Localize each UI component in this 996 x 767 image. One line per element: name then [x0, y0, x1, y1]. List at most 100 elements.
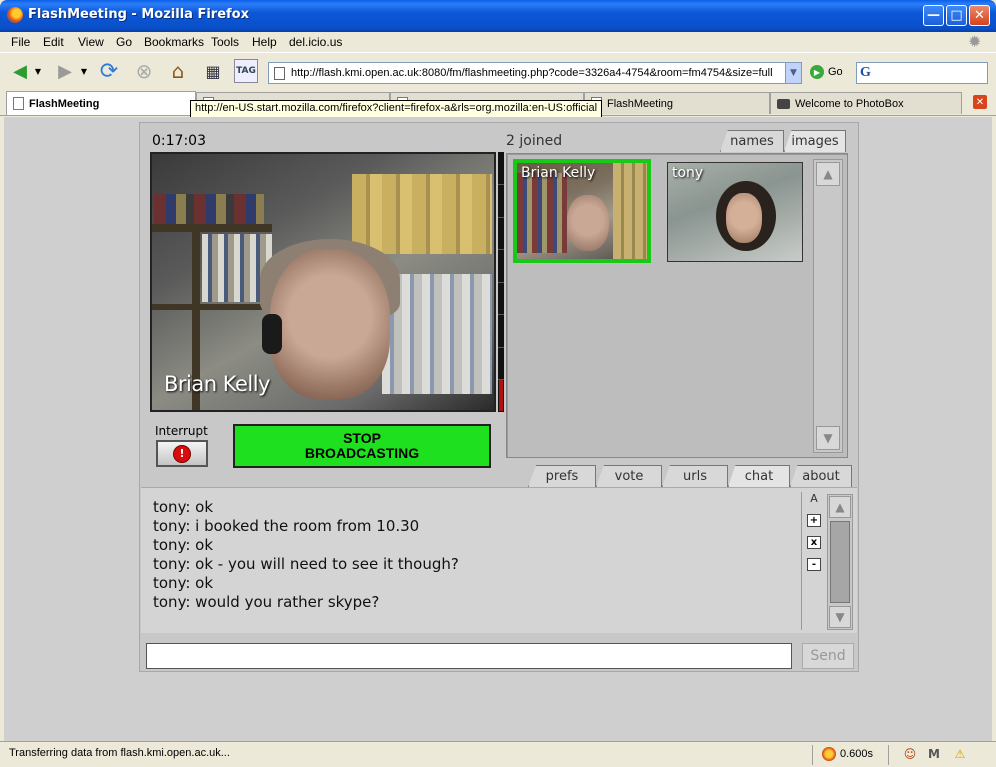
- go-button[interactable]: ▶ Go: [810, 65, 843, 79]
- mail-icon[interactable]: M: [926, 746, 942, 762]
- tab-prefs[interactable]: prefs: [528, 465, 596, 487]
- chat-scrollbar[interactable]: ▲ ▼: [827, 494, 853, 630]
- chat-message: tony: ok: [153, 574, 214, 592]
- warning-icon[interactable]: ⚠: [952, 746, 968, 762]
- load-timer: 0.600s: [822, 747, 873, 761]
- font-size-icon: A: [810, 492, 818, 505]
- back-dropdown-icon[interactable]: ▼: [32, 59, 44, 83]
- url-dropdown-icon[interactable]: ▼: [785, 63, 801, 83]
- headset-icon: [262, 314, 282, 354]
- menu-delicious[interactable]: del.icio.us: [289, 35, 342, 49]
- window-titlebar: FlashMeeting - Mozilla Firefox — □ ✕: [0, 0, 996, 32]
- main-video: Brian Kelly: [150, 152, 496, 412]
- back-icon[interactable]: ◀: [8, 59, 32, 83]
- tab-flashmeeting-2[interactable]: FlashMeeting: [584, 92, 770, 114]
- tab-urls[interactable]: urls: [662, 465, 728, 487]
- menu-go[interactable]: Go: [116, 35, 132, 49]
- firefox-icon: [7, 7, 23, 23]
- status-text: Transferring data from flash.kmi.open.ac…: [9, 747, 230, 759]
- chat-scroll-thumb[interactable]: [830, 521, 850, 603]
- page-icon: [13, 97, 24, 110]
- thumbnail-tony[interactable]: tony: [667, 162, 803, 262]
- monkey-icon[interactable]: ☺: [902, 746, 918, 762]
- chat-message: tony: ok: [153, 498, 214, 516]
- tag-icon[interactable]: TAG: [234, 59, 258, 83]
- tab-images[interactable]: images: [784, 130, 846, 152]
- maximize-button[interactable]: □: [946, 5, 967, 26]
- menu-file[interactable]: File: [11, 35, 30, 49]
- flashmeeting-app: 0:17:03 2 joined names images Brian Kell…: [139, 122, 859, 672]
- chat-scroll-down-icon[interactable]: ▼: [829, 606, 851, 628]
- tab-label: FlashMeeting: [29, 97, 100, 110]
- joined-count: 2 joined: [506, 133, 563, 149]
- close-tab-icon[interactable]: ✕: [973, 95, 987, 109]
- tab-chat[interactable]: chat: [728, 465, 790, 487]
- chat-input[interactable]: [146, 643, 792, 669]
- status-bar: Transferring data from flash.kmi.open.ac…: [0, 741, 996, 767]
- chat-message: tony: ok: [153, 536, 214, 554]
- interrupt-button[interactable]: !: [156, 440, 208, 467]
- tab-label: FlashMeeting: [607, 97, 674, 110]
- window-title: FlashMeeting - Mozilla Firefox: [28, 7, 249, 22]
- thumbnail-brian-kelly[interactable]: Brian Kelly: [513, 159, 651, 263]
- close-window-button[interactable]: ✕: [969, 5, 990, 26]
- chat-scroll-up-icon[interactable]: ▲: [829, 496, 851, 518]
- audio-level-fill: [499, 380, 503, 411]
- participant-thumbnails: Brian Kelly tony ▲ ▼: [506, 153, 848, 458]
- alert-icon: !: [174, 445, 190, 462]
- scroll-up-icon[interactable]: ▲: [816, 162, 840, 186]
- font-decrease-button[interactable]: -: [807, 558, 821, 571]
- send-button[interactable]: Send: [802, 643, 854, 669]
- menu-tools[interactable]: Tools: [211, 35, 239, 49]
- navigation-toolbar: ◀ ▼ ▶ ▼ ⟳ ⊗ ⌂ ▦ TAG ▼ ▶ Go G: [0, 52, 996, 90]
- forward-dropdown-icon[interactable]: ▼: [78, 59, 90, 83]
- thumbnail-name: tony: [672, 165, 704, 181]
- page-content: 0:17:03 2 joined names images Brian Kell…: [4, 117, 992, 741]
- meeting-timer: 0:17:03: [152, 133, 206, 149]
- go-arrow-icon: ▶: [810, 65, 824, 79]
- delicious-icon[interactable]: ▦: [201, 59, 225, 83]
- stop-icon[interactable]: ⊗: [132, 59, 156, 83]
- interrupt-label: Interrupt: [155, 424, 208, 438]
- broadcasting-label: BROADCASTING: [304, 445, 420, 461]
- home-icon[interactable]: ⌂: [166, 59, 190, 83]
- tab-photobox[interactable]: Welcome to PhotoBox: [770, 92, 962, 114]
- chat-message: tony: would you rather skype?: [153, 593, 380, 611]
- menu-bookmarks[interactable]: Bookmarks: [144, 35, 204, 49]
- audio-level-meter: [498, 152, 504, 412]
- menu-view[interactable]: View: [78, 35, 104, 49]
- stop-label: STOP: [343, 430, 381, 446]
- throbber-icon: ✹: [968, 34, 982, 51]
- chat-panel: tony: ok tony: i booked the room from 10…: [141, 487, 857, 633]
- link-tooltip: http://en-US.start.mozilla.com/firefox?c…: [190, 100, 603, 118]
- page-icon: [274, 67, 285, 80]
- camera-icon: [777, 98, 790, 109]
- chat-message: tony: i booked the room from 10.30: [153, 517, 420, 535]
- scroll-down-icon[interactable]: ▼: [816, 426, 840, 450]
- menu-help[interactable]: Help: [252, 35, 277, 49]
- minimize-button[interactable]: —: [923, 5, 944, 26]
- main-video-name: Brian Kelly: [164, 372, 270, 396]
- chat-message: tony: ok - you will need to see it thoug…: [153, 555, 459, 573]
- chat-log: tony: ok tony: i booked the room from 10…: [153, 498, 793, 612]
- reload-icon[interactable]: ⟳: [97, 59, 121, 84]
- go-label: Go: [828, 66, 843, 78]
- url-input[interactable]: [291, 65, 783, 81]
- tab-names[interactable]: names: [720, 130, 784, 152]
- thumbnail-name: Brian Kelly: [521, 165, 596, 181]
- tab-label: Welcome to PhotoBox: [795, 97, 904, 110]
- thumbnail-scrollbar[interactable]: ▲ ▼: [813, 159, 843, 453]
- tab-vote[interactable]: vote: [596, 465, 662, 487]
- font-increase-button[interactable]: +: [807, 514, 821, 527]
- google-logo-icon[interactable]: G: [860, 65, 871, 81]
- stop-broadcasting-button[interactable]: STOP BROADCASTING: [233, 424, 491, 468]
- tab-flashmeeting-active[interactable]: FlashMeeting: [6, 91, 196, 115]
- search-box[interactable]: G: [856, 62, 988, 84]
- font-reset-button[interactable]: x: [807, 536, 821, 549]
- tab-about[interactable]: about: [790, 465, 852, 487]
- forward-icon[interactable]: ▶: [53, 59, 77, 83]
- chat-divider: [801, 492, 802, 630]
- participant-face: [270, 249, 390, 399]
- menu-edit[interactable]: Edit: [43, 35, 64, 49]
- url-bar[interactable]: ▼: [268, 62, 802, 84]
